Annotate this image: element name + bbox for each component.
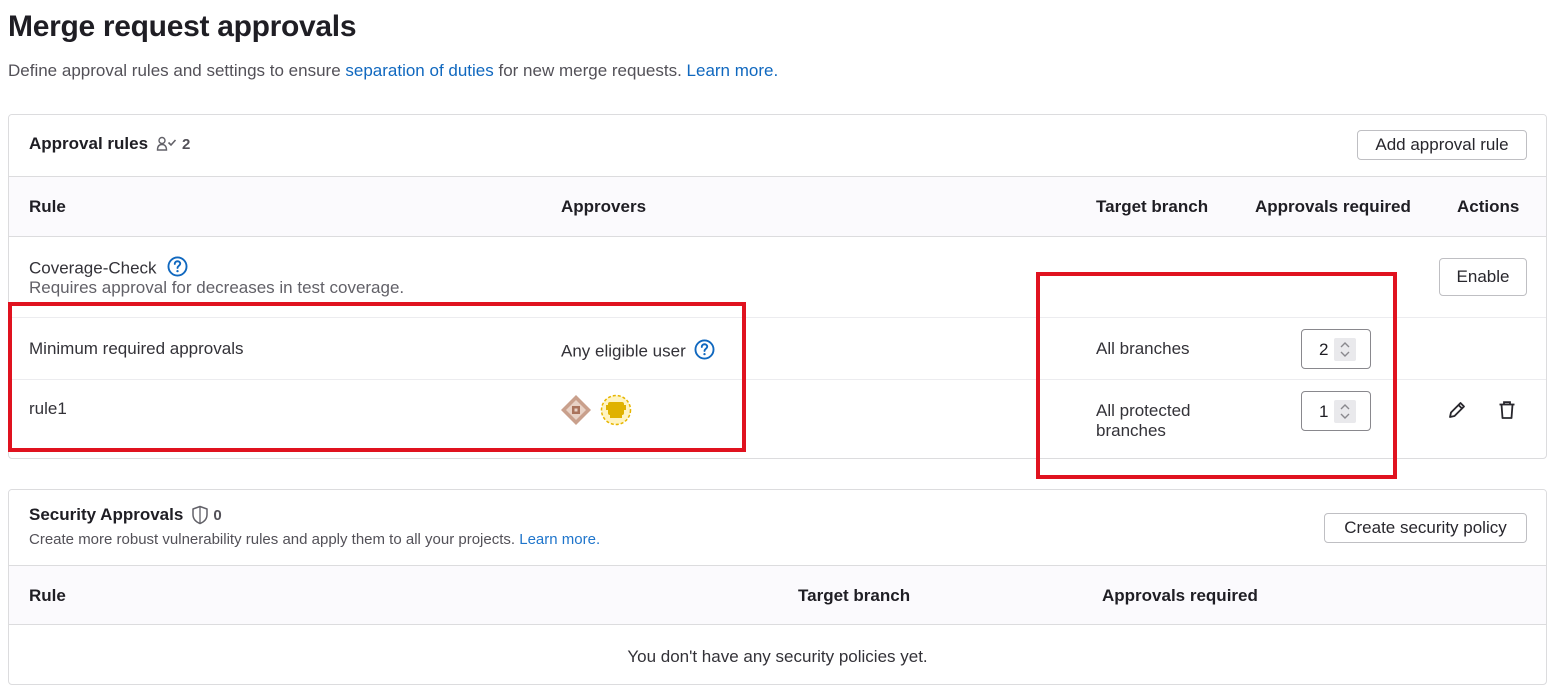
target-branch: All branches — [1096, 339, 1190, 358]
page-title: Merge request approvals — [8, 10, 357, 43]
target-branch-line2: branches — [1096, 421, 1166, 440]
shield-icon — [191, 505, 209, 525]
table-row: Minimum required approvals Any eligible … — [9, 318, 1546, 380]
edit-rule-button[interactable] — [1443, 396, 1471, 424]
column-approvals-required: Approvals required — [1255, 197, 1411, 216]
approval-rules-title: Approval rules — [29, 134, 149, 153]
approvals-required-value: 1 — [1319, 402, 1329, 421]
approval-rules-card: Approval rules 2 Add approval rule Rule … — [8, 114, 1547, 459]
security-approvals-title: Security Approvals — [29, 505, 184, 524]
stepper-arrows[interactable] — [1334, 400, 1356, 423]
approval-rules-title-group: Approval rules 2 — [29, 134, 190, 154]
identicon-avatar-brown[interactable] — [560, 394, 592, 426]
pencil-icon — [1449, 402, 1465, 418]
column-rule: Rule — [29, 197, 66, 216]
column-approvers: Approvers — [561, 197, 647, 216]
table-row: rule1 All protected branches 1 — [9, 380, 1546, 458]
enable-button[interactable]: Enable — [1439, 258, 1527, 296]
question-circle-icon[interactable] — [694, 339, 715, 365]
rule-name: rule1 — [29, 399, 67, 418]
description-prefix: Define approval rules and settings to en… — [8, 61, 346, 80]
coverage-check-row: Coverage-Check Requires approval for dec… — [9, 237, 1546, 318]
security-learn-more-link[interactable]: Learn more. — [519, 531, 600, 548]
security-description-text: Create more robust vulnerability rules a… — [29, 531, 520, 548]
rule-name: Minimum required approvals — [29, 339, 244, 358]
page-description: Define approval rules and settings to en… — [8, 61, 778, 81]
chevron-down-icon — [1340, 351, 1350, 357]
approvers-cell: Any eligible user — [561, 339, 715, 365]
identicon-avatar-yellow[interactable] — [600, 394, 632, 426]
chevron-up-icon — [1340, 404, 1350, 410]
approvals-required-stepper[interactable]: 2 — [1301, 329, 1371, 369]
chevron-down-icon — [1340, 413, 1350, 419]
security-approvals-card: Security Approvals 0 Create more robust … — [8, 489, 1547, 685]
coverage-check-description: Requires approval for decreases in test … — [29, 278, 405, 297]
approval-users-icon — [156, 136, 178, 152]
security-table-header: Rule Target branch Approvals required — [9, 566, 1546, 625]
target-branch: All protected branches — [1096, 401, 1191, 441]
coverage-check-name: Coverage-Check — [29, 258, 157, 278]
chevron-up-icon — [1340, 342, 1350, 348]
delete-rule-button[interactable] — [1493, 396, 1521, 424]
security-empty-row: You don't have any security policies yet… — [9, 625, 1546, 684]
approval-rules-table-header: Rule Approvers Target branch Approvals r… — [9, 177, 1546, 237]
column-rule: Rule — [29, 586, 66, 605]
empty-state-message: You don't have any security policies yet… — [627, 647, 928, 666]
approvals-required-stepper[interactable]: 1 — [1301, 391, 1371, 431]
approval-rules-count: 2 — [182, 135, 191, 153]
column-actions: Actions — [1457, 197, 1520, 216]
approval-rules-count-badge: 2 — [156, 136, 190, 153]
security-approvals-description: Create more robust vulnerability rules a… — [29, 531, 600, 548]
stepper-arrows[interactable] — [1334, 338, 1356, 361]
column-approvals-required: Approvals required — [1102, 586, 1258, 605]
trash-icon — [1499, 401, 1515, 419]
security-approvals-count: 0 — [213, 506, 222, 524]
learn-more-link[interactable]: Learn more. — [687, 61, 779, 80]
approvals-required-value: 2 — [1319, 340, 1329, 359]
security-approvals-count-badge: 0 — [191, 505, 222, 525]
add-approval-rule-button[interactable]: Add approval rule — [1357, 130, 1527, 160]
column-target-branch: Target branch — [1096, 197, 1209, 216]
create-security-policy-button[interactable]: Create security policy — [1324, 513, 1527, 543]
target-branch-line1: All protected — [1096, 401, 1191, 420]
column-target-branch: Target branch — [798, 586, 911, 605]
approval-rules-header: Approval rules 2 Add approval rule — [9, 115, 1546, 177]
security-approvals-title-group: Security Approvals 0 — [29, 505, 222, 525]
separation-of-duties-link[interactable]: separation of duties — [345, 61, 493, 80]
description-middle: for new merge requests. — [493, 61, 687, 80]
approvers-text: Any eligible user — [561, 341, 686, 361]
security-approvals-header: Security Approvals 0 Create more robust … — [9, 490, 1546, 566]
